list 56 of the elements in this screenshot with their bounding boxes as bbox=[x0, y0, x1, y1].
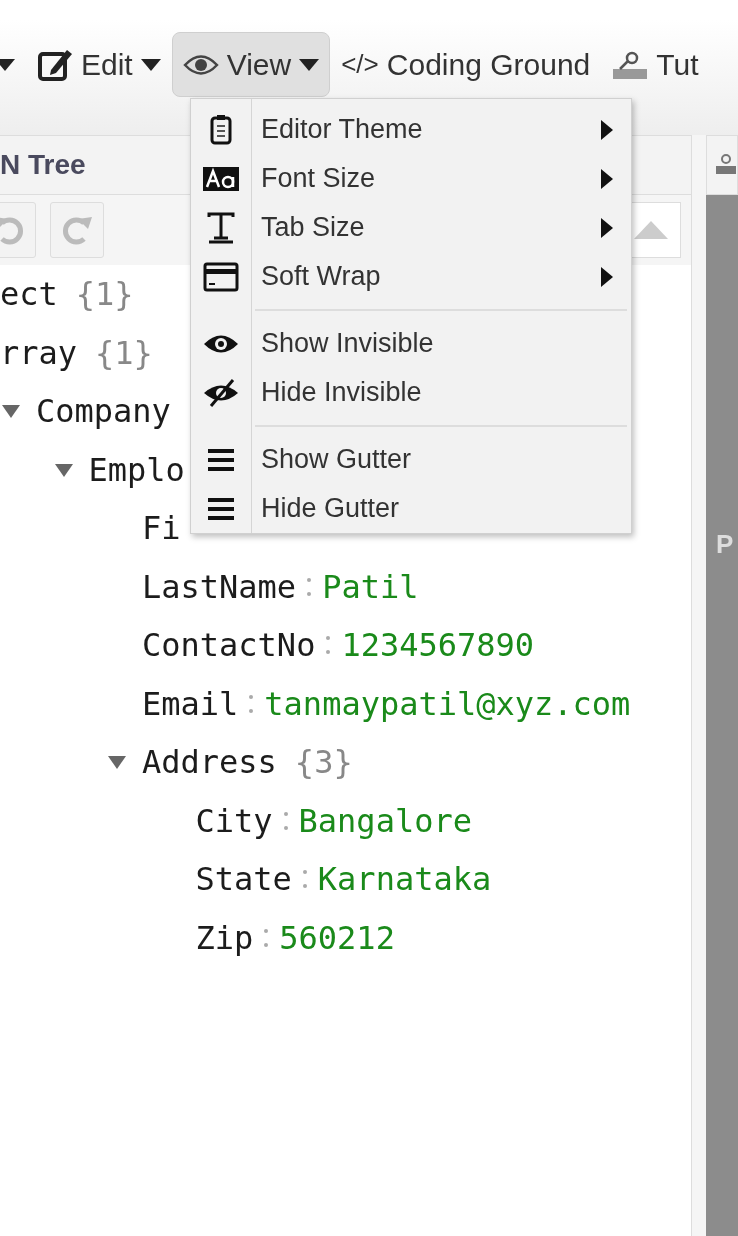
expanded-triangle-icon[interactable] bbox=[106, 754, 128, 771]
expanded-triangle-icon[interactable] bbox=[0, 403, 22, 420]
tree-value: Karnataka bbox=[317, 859, 492, 901]
text-cursor-icon bbox=[206, 211, 236, 244]
tree-key: ContactNo bbox=[142, 621, 316, 670]
item-count: {3} bbox=[294, 742, 353, 784]
tree-key: Email bbox=[142, 679, 239, 728]
tool-icon bbox=[715, 154, 737, 176]
tree-key: Fi bbox=[142, 504, 181, 553]
clipboard-icon bbox=[210, 114, 232, 145]
up-triangle-icon bbox=[634, 221, 669, 239]
toolbar-link[interactable]: Tut bbox=[601, 32, 710, 97]
menu-item[interactable]: Show Gutter bbox=[191, 435, 631, 484]
colon-icon bbox=[306, 575, 313, 598]
tree-key: Emplo bbox=[88, 445, 185, 494]
tree-key: Zip bbox=[195, 913, 254, 962]
colon-icon bbox=[282, 809, 289, 832]
colon-icon bbox=[263, 926, 270, 949]
panel-title: N Tree bbox=[0, 148, 86, 182]
tree-key: LastName bbox=[142, 562, 297, 611]
menu-item[interactable]: Hide Gutter bbox=[191, 484, 631, 533]
tree-key: State bbox=[195, 855, 292, 904]
menu-item[interactable]: Hide Invisible bbox=[191, 368, 631, 417]
tree-value: Patil bbox=[322, 566, 419, 608]
colon-icon bbox=[301, 868, 308, 891]
item-count: {1} bbox=[75, 274, 134, 316]
menu-item[interactable]: Editor Theme bbox=[191, 105, 631, 154]
menu-button[interactable]: View bbox=[171, 32, 331, 97]
expanded-triangle-icon[interactable] bbox=[52, 461, 75, 478]
card-icon bbox=[203, 261, 239, 292]
panel-label: P bbox=[715, 529, 734, 559]
tree-key: rray bbox=[0, 328, 78, 377]
colon-icon bbox=[325, 634, 332, 657]
lines-icon bbox=[206, 447, 236, 472]
tree-key: ect bbox=[0, 270, 58, 319]
tree-value: 560212 bbox=[279, 917, 395, 959]
tree-value: 1234567890 bbox=[341, 625, 535, 667]
menu-item[interactable]: Font Size bbox=[191, 154, 631, 203]
colon-icon bbox=[248, 692, 255, 715]
toolbar-link[interactable]: </> Coding Ground bbox=[330, 32, 602, 97]
tree-value: tanmaypatil@xyz.com bbox=[264, 683, 631, 725]
menu-button[interactable]: Edit bbox=[26, 32, 172, 97]
menu-item[interactable]: Show Invisible bbox=[191, 319, 631, 368]
font-size-icon bbox=[203, 166, 239, 191]
tree-value: Bangalore bbox=[298, 800, 472, 842]
caret-icon bbox=[299, 58, 320, 71]
eye-slash-icon bbox=[203, 377, 239, 408]
tree-key: Address bbox=[142, 738, 277, 787]
tree-key: City bbox=[195, 796, 273, 845]
eye-icon bbox=[182, 53, 219, 76]
item-count: {1} bbox=[95, 332, 153, 374]
caret-icon bbox=[0, 58, 15, 71]
menu-item[interactable]: Soft Wrap bbox=[191, 252, 631, 301]
tree-key: Company bbox=[36, 387, 171, 436]
lines-icon bbox=[206, 496, 236, 521]
caret-icon bbox=[140, 58, 161, 71]
